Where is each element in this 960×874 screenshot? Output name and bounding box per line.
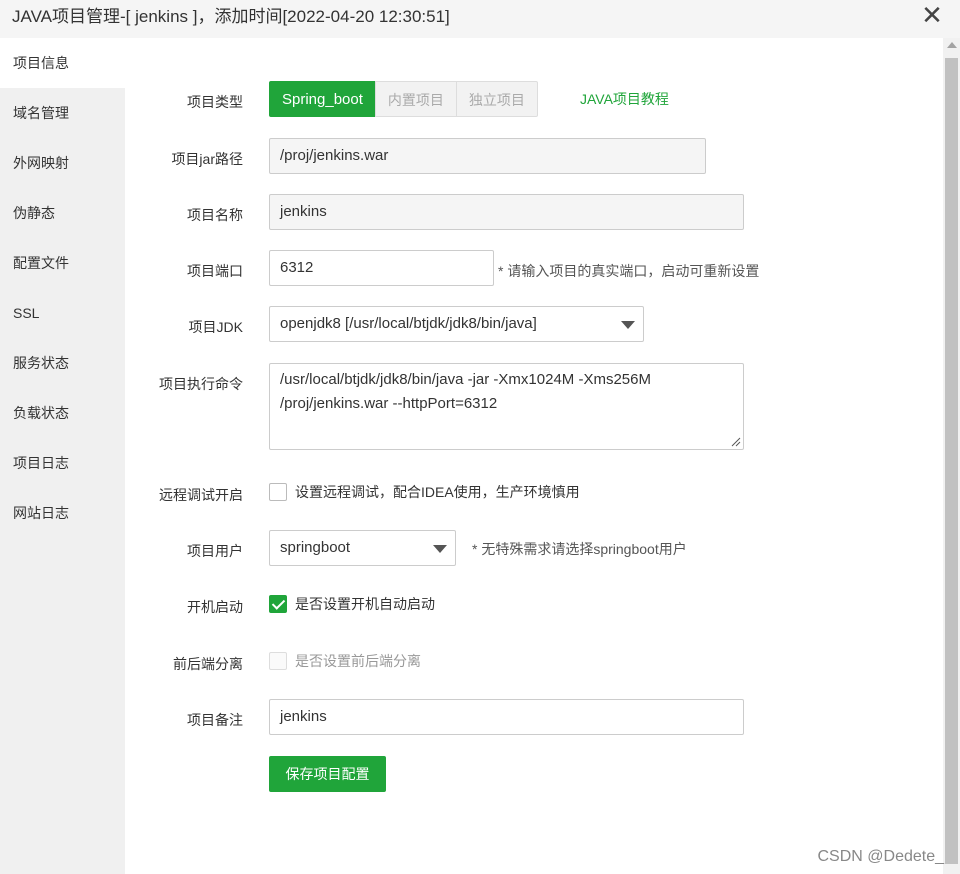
- project-name-field[interactable]: jenkins: [269, 194, 744, 230]
- type-builtin-button[interactable]: 内置项目: [374, 81, 457, 117]
- separation-check-box[interactable]: [269, 652, 287, 670]
- project-jdk-label: 项目JDK: [188, 319, 243, 335]
- remote-debug-label: 远程调试开启: [159, 487, 243, 503]
- remark-field[interactable]: jenkins: [269, 699, 744, 735]
- project-user-hint: * 无特殊需求请选择springboot用户: [472, 541, 687, 557]
- project-port-label: 项目端口: [187, 263, 243, 279]
- sidebar-item-rewrite[interactable]: 伪静态: [0, 188, 125, 238]
- separation-checkbox[interactable]: 是否设置前后端分离: [269, 651, 421, 671]
- scroll-up-icon[interactable]: [947, 42, 957, 48]
- autostart-text: 是否设置开机自动启动: [295, 596, 435, 612]
- exec-command-textarea[interactable]: /usr/local/btjdk/jdk8/bin/java -jar -Xmx…: [269, 363, 744, 450]
- project-jdk-select[interactable]: openjdk8 [/usr/local/btjdk/jdk8/bin/java…: [269, 306, 644, 342]
- watermark: CSDN @Dedete_: [817, 848, 944, 865]
- close-icon[interactable]: ✕: [918, 2, 946, 30]
- sidebar-item-site-log[interactable]: 网站日志: [0, 488, 125, 538]
- sidebar-item-project-info[interactable]: 项目信息: [0, 38, 125, 88]
- sidebar-item-domain-management[interactable]: 域名管理: [0, 88, 125, 138]
- project-user-select[interactable]: springboot: [269, 530, 456, 566]
- sidebar-item-service-status[interactable]: 服务状态: [0, 338, 125, 388]
- project-type-label: 项目类型: [187, 94, 243, 110]
- type-spring-boot-button[interactable]: Spring_boot: [269, 81, 376, 117]
- remote-debug-text: 设置远程调试，配合IDEA使用，生产环境慎用: [295, 484, 580, 500]
- window-titlebar: JAVA项目管理-[ jenkins ]，添加时间[2022-04-20 12:…: [0, 0, 960, 39]
- caret-down-icon: [433, 545, 447, 553]
- sidebar-item-ssl[interactable]: SSL: [0, 288, 125, 338]
- sidebar-item-config-file[interactable]: 配置文件: [0, 238, 125, 288]
- remote-debug-check-box[interactable]: [269, 483, 287, 501]
- project-user-label: 项目用户: [187, 543, 243, 559]
- sidebar: 项目信息 域名管理 外网映射 伪静态 配置文件 SSL 服务状态 负载状态 项目…: [0, 38, 125, 874]
- project-port-hint: * 请输入项目的真实端口，启动可重新设置: [498, 263, 760, 279]
- project-jdk-value: openjdk8 [/usr/local/btjdk/jdk8/bin/java…: [280, 315, 537, 332]
- sidebar-item-load-status[interactable]: 负载状态: [0, 388, 125, 438]
- project-user-value: springboot: [280, 539, 351, 556]
- autostart-check-box[interactable]: [269, 595, 287, 613]
- jar-path-field[interactable]: /proj/jenkins.war: [269, 138, 706, 174]
- sidebar-item-project-log[interactable]: 项目日志: [0, 438, 125, 488]
- caret-down-icon: [621, 321, 635, 329]
- save-config-button[interactable]: 保存项目配置: [269, 756, 386, 792]
- project-name-label: 项目名称: [187, 207, 243, 223]
- scrollbar-thumb[interactable]: [945, 58, 958, 864]
- resize-grip-icon[interactable]: [731, 437, 741, 447]
- project-info-form: 项目类型 Spring_boot 内置项目 独立项目 JAVA项目教程 项目ja…: [125, 38, 943, 866]
- separation-text: 是否设置前后端分离: [295, 653, 421, 669]
- scrollbar[interactable]: [943, 38, 960, 874]
- remote-debug-checkbox[interactable]: 设置远程调试，配合IDEA使用，生产环境慎用: [269, 482, 580, 502]
- jar-path-label: 项目jar路径: [171, 151, 243, 167]
- autostart-checkbox[interactable]: 是否设置开机自动启动: [269, 594, 435, 614]
- separation-label: 前后端分离: [173, 656, 243, 672]
- remark-label: 项目备注: [187, 712, 243, 728]
- window-title: JAVA项目管理-[ jenkins ]，添加时间[2022-04-20 12:…: [12, 7, 450, 26]
- exec-command-line-1: /usr/local/btjdk/jdk8/bin/java -jar -Xmx…: [280, 371, 651, 388]
- autostart-label: 开机启动: [187, 599, 243, 615]
- type-standalone-button[interactable]: 独立项目: [455, 81, 538, 117]
- project-port-field[interactable]: 6312: [269, 250, 494, 286]
- sidebar-item-external-mapping[interactable]: 外网映射: [0, 138, 125, 188]
- project-type-selector: Spring_boot 内置项目 独立项目: [269, 81, 538, 117]
- java-tutorial-link[interactable]: JAVA项目教程: [580, 89, 669, 109]
- exec-command-line-2: /proj/jenkins.war --httpPort=6312: [280, 395, 498, 412]
- exec-command-label: 项目执行命令: [159, 376, 243, 392]
